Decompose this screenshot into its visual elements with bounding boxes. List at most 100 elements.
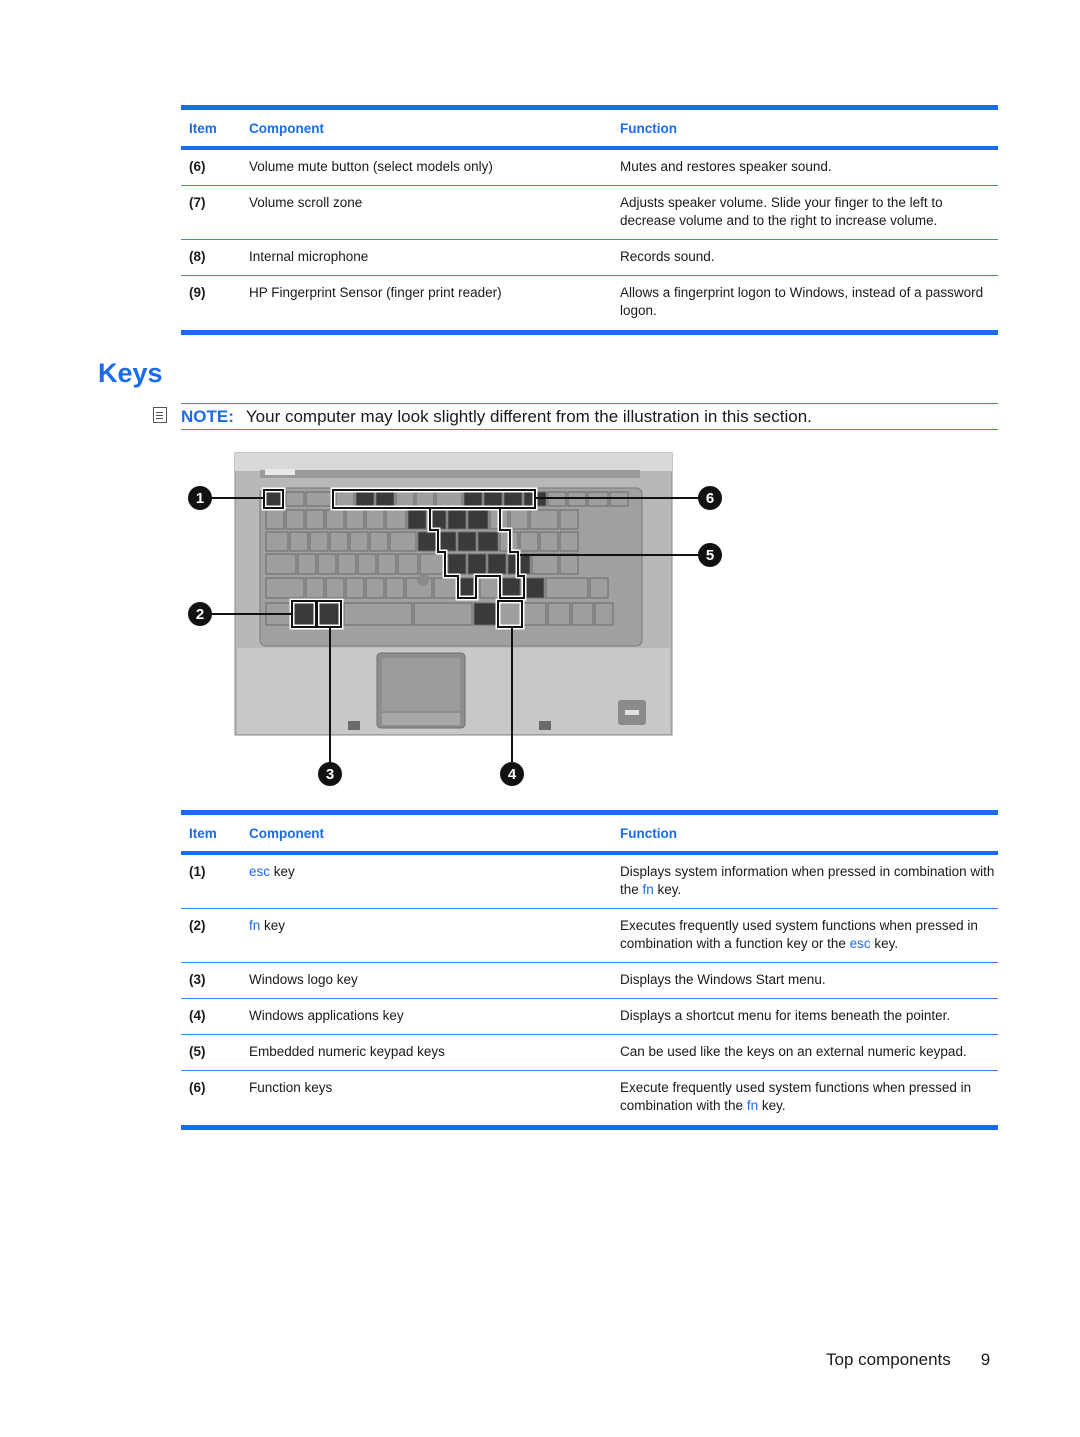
callout-number: 6 [706,490,714,507]
keyboard-key [365,509,385,530]
keyboard-key [329,531,349,552]
table-bottom-rule [181,330,998,335]
keyboard-key [289,531,309,552]
note-text: Your computer may look slightly differen… [245,406,812,426]
keyboard-key [285,509,305,530]
row-function: Allows a fingerprint logon to Windows, i… [620,285,984,318]
keyboard-key [473,602,499,626]
button-strip [265,469,295,475]
keyboard-key [265,577,305,599]
keyboard-key [433,577,459,599]
page-footer: Top components 9 [826,1350,990,1370]
keyboard-illustration: 1 2 3 4 5 6 [180,448,740,798]
keyboard-key [547,602,571,626]
row-component: Function keys [249,1080,333,1095]
keyboard-key [317,553,337,575]
keyboard-key [447,553,467,575]
component-text: key [270,864,295,879]
row-component: Windows logo key [249,972,358,987]
keyboard-key [355,491,375,507]
row-item: (8) [189,249,206,264]
row-component: Volume scroll zone [249,195,363,210]
keyboard-key [457,531,477,552]
keyboard-key [305,577,325,599]
row-item: (2) [189,918,206,933]
keyboard-key [369,531,389,552]
pointing-stick [417,574,429,586]
table-row: (2) fn key Executes frequently used syst… [181,909,998,963]
function-text: Executes frequently used system function… [620,918,978,951]
table-row: (4) Windows applications key Displays a … [181,999,998,1035]
row-function: Displays a shortcut menu for items benea… [620,1008,951,1023]
row-function: Executes frequently used system function… [620,917,998,953]
keyboard-key [265,509,285,530]
keyboard-key [419,553,447,575]
note-icon [153,407,167,423]
note-box: NOTE: Your computer may look slightly di… [153,403,998,430]
table-row: (7) Volume scroll zone Adjusts speaker v… [181,186,998,240]
keyboard-key [479,577,501,599]
row-function: Mutes and restores speaker sound. [620,159,832,174]
keyboard-key [389,531,417,552]
keyboard-key [417,531,437,552]
row-component: Windows applications key [249,1008,404,1023]
row-item: (7) [189,195,206,210]
keyboard-svg: 1 2 3 4 5 6 [188,452,722,786]
row-item: (6) [189,159,206,174]
footer-section: Top components [826,1350,951,1369]
function-text: Execute frequently used system functions… [620,1080,972,1113]
laptop-hinge [235,453,672,471]
keyboard-key [447,509,467,530]
table-row: (8) Internal microphone Records sound. [181,240,998,276]
callout-number: 3 [326,766,334,783]
header-component: Component [249,825,324,841]
keyboard-key [285,491,305,507]
keyboard-key [523,602,547,626]
keyboard-key [349,531,369,552]
row-item: (1) [189,864,206,879]
keyboard-key [305,509,325,530]
keyboard-key [435,491,463,507]
keyboard-key [559,509,579,530]
table-header: Item Component Function [181,110,998,150]
table-row: (6) Volume mute button (select models on… [181,150,998,186]
keyboard-key [509,509,529,530]
keyboard-key [545,577,589,599]
row-component: fn key [249,917,620,953]
keyword-esc: esc [249,864,271,879]
keyboard-key [467,553,487,575]
keyboard-key [377,553,397,575]
keyboard-key [467,509,489,530]
top-strip [260,470,640,478]
keyboard-key [503,491,523,507]
keyboard-key [357,553,377,575]
function-text: key. [870,936,899,951]
keyboard-key [483,491,503,507]
row-component: Internal microphone [249,249,369,264]
callout-number: 5 [706,547,714,564]
row-function: Execute frequently used system functions… [620,1079,998,1115]
table-row: (1) esc key Displays system information … [181,855,998,909]
keyboard-key [343,602,413,626]
keyboard-key [594,602,614,626]
latch-right [539,721,551,730]
row-function: Displays system information when pressed… [620,863,998,899]
row-item: (6) [189,1080,206,1095]
touchpad-surface [382,658,460,711]
header-function: Function [620,120,677,136]
row-component: Volume mute button (select models only) [249,159,493,174]
keyboard-key [529,509,559,530]
page-number: 9 [980,1350,991,1369]
keyword-fn: fn [642,882,654,897]
callout-number: 4 [508,766,517,783]
keyboard-key [265,531,289,552]
keyboard-key [531,553,559,575]
keyboard-key [437,531,457,552]
keyboard-key [375,491,395,507]
function-text: key. [758,1098,786,1113]
table-row: (9) HP Fingerprint Sensor (finger print … [181,276,998,330]
keyboard-key [365,577,385,599]
keyboard-key [407,509,427,530]
table-header: Item Component Function [181,815,998,855]
keyboard-key [559,531,579,552]
